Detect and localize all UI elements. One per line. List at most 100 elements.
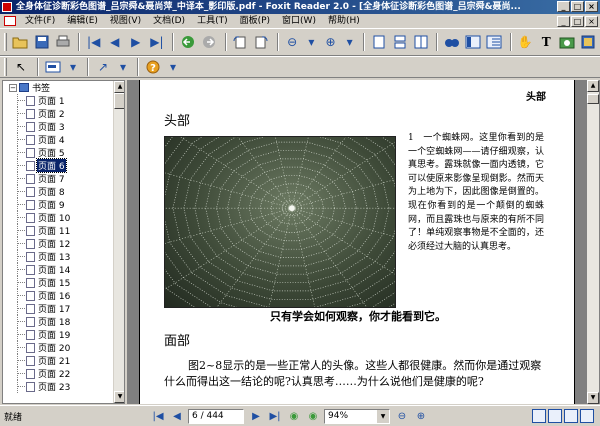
bookmark-item[interactable]: 页面 5 — [3, 146, 113, 159]
chevron-down-icon[interactable]: ▾ — [304, 32, 319, 52]
chevron-down-icon[interactable]: ▾ — [342, 32, 357, 52]
bookmark-item[interactable]: 页面 23 — [3, 380, 113, 393]
help-icon[interactable]: ? — [143, 57, 163, 77]
zoom-in-icon[interactable]: ⊕ — [321, 32, 340, 52]
doc-maximize-button[interactable]: □ — [571, 15, 584, 27]
print-icon[interactable] — [53, 32, 72, 52]
properties-icon[interactable] — [579, 32, 598, 52]
scroll-up-button[interactable]: ▲ — [587, 80, 599, 92]
select-arrow-icon[interactable]: ↖ — [11, 57, 31, 77]
scroll-thumb[interactable] — [587, 94, 599, 104]
bookmark-root[interactable]: − 书签 — [3, 81, 113, 94]
bookmark-item[interactable]: 页面 1 — [3, 94, 113, 107]
continuous-icon[interactable] — [390, 32, 409, 52]
bookmark-item[interactable]: 页面 4 — [3, 133, 113, 146]
zoom-out-icon[interactable]: ⊖ — [394, 408, 410, 424]
single-page-icon[interactable] — [369, 32, 388, 52]
doc-close-button[interactable]: × — [585, 15, 598, 27]
bookmark-tree: − 书签 页面 1 页面 2 页面 3 页面 4 页面 5 页面 6 页面 7 页面 8 页面 … — [3, 81, 113, 403]
doc-minimize-button[interactable]: _ — [557, 15, 570, 27]
open-icon[interactable] — [11, 32, 30, 52]
bookmark-item[interactable]: 页面 21 — [3, 354, 113, 367]
chevron-down-icon[interactable]: ▼ — [377, 409, 389, 423]
close-button[interactable]: × — [585, 1, 598, 12]
next-page-icon[interactable]: ▶ — [248, 408, 264, 424]
minimize-button[interactable]: _ — [557, 1, 570, 12]
forward-icon[interactable] — [199, 32, 218, 52]
bookmark-item[interactable]: 页面 18 — [3, 315, 113, 328]
menu-edit[interactable]: 编辑(E) — [61, 14, 104, 28]
back-icon[interactable]: ◉ — [286, 408, 302, 424]
form-field-icon[interactable] — [43, 57, 63, 77]
menu-help[interactable]: 帮助(H) — [322, 14, 366, 28]
facing-icon[interactable] — [411, 32, 430, 52]
scroll-down-button[interactable]: ▼ — [587, 392, 599, 404]
thumbnails-icon[interactable] — [485, 32, 504, 52]
bookmark-item[interactable]: 页面 3 — [3, 120, 113, 133]
facing-icon[interactable] — [564, 409, 578, 423]
scroll-thumb[interactable] — [114, 93, 124, 109]
scroll-up-button[interactable]: ▲ — [114, 81, 124, 93]
document-scrollbar[interactable]: ▲ ▼ — [587, 80, 599, 404]
prev-page-icon[interactable]: ◀ — [105, 32, 124, 52]
chevron-down-icon[interactable]: ▾ — [115, 57, 131, 77]
bookmark-item[interactable]: 页面 12 — [3, 237, 113, 250]
bookmark-item[interactable]: 页面 2 — [3, 107, 113, 120]
save-icon[interactable] — [32, 32, 51, 52]
text-select-icon[interactable]: T — [537, 32, 556, 52]
hand-tool-icon[interactable]: ✋ — [516, 32, 535, 52]
forward-icon[interactable]: ◉ — [305, 408, 321, 424]
last-page-icon[interactable]: ▶| — [147, 32, 166, 52]
bookmark-item[interactable]: 页面 22 — [3, 367, 113, 380]
bookmark-item[interactable]: 页面 11 — [3, 224, 113, 237]
back-icon[interactable] — [178, 32, 197, 52]
document-icon[interactable] — [4, 16, 16, 26]
bookmark-item[interactable]: 页面 8 — [3, 185, 113, 198]
page-icon — [26, 239, 35, 249]
maximize-button[interactable]: □ — [571, 1, 584, 12]
menu-panel[interactable]: 面板(P) — [234, 14, 276, 28]
menu-window[interactable]: 窗口(W) — [276, 14, 322, 28]
rotate-right-icon[interactable] — [252, 32, 271, 52]
menu-file[interactable]: 文件(F) — [19, 14, 61, 28]
toolbar-grip[interactable] — [4, 58, 7, 76]
snapshot-icon[interactable] — [558, 32, 577, 52]
bookmarks-scrollbar[interactable]: ▲ ▼ — [113, 81, 124, 403]
last-page-icon[interactable]: ▶| — [267, 408, 283, 424]
bookmark-item[interactable]: 页面 14 — [3, 263, 113, 276]
bookmark-item[interactable]: 页面 17 — [3, 302, 113, 315]
first-page-icon[interactable]: |◀ — [84, 32, 103, 52]
collapse-icon[interactable]: − — [9, 83, 17, 92]
foxit-app-icon[interactable] — [2, 2, 12, 12]
menu-tools[interactable]: 工具(T) — [191, 14, 234, 28]
bookmark-item[interactable]: 页面 16 — [3, 289, 113, 302]
continuous-icon[interactable] — [548, 409, 562, 423]
find-icon[interactable] — [442, 32, 461, 52]
page-number-field[interactable]: 6 / 444 — [188, 408, 244, 424]
prev-page-icon[interactable]: ◀ — [169, 408, 185, 424]
bookmark-item[interactable]: 页面 19 — [3, 328, 113, 341]
continuous-facing-icon[interactable] — [580, 409, 594, 423]
bookmark-item[interactable]: 页面 13 — [3, 250, 113, 263]
bookmark-item[interactable]: 页面 7 — [3, 172, 113, 185]
bookmark-item[interactable]: 页面 20 — [3, 341, 113, 354]
scroll-down-button[interactable]: ▼ — [114, 391, 124, 403]
zoom-select[interactable]: 94% ▼ — [324, 408, 390, 424]
bookmark-item[interactable]: 页面 10 — [3, 211, 113, 224]
first-page-icon[interactable]: |◀ — [150, 408, 166, 424]
single-page-icon[interactable] — [532, 409, 546, 423]
link-tool-icon[interactable]: ↗ — [93, 57, 113, 77]
toolbar-grip[interactable] — [4, 33, 7, 51]
bookmark-item[interactable]: 页面 6 — [3, 158, 113, 173]
rotate-left-icon[interactable] — [231, 32, 250, 52]
bookmark-item[interactable]: 页面 15 — [3, 276, 113, 289]
chevron-down-icon[interactable]: ▾ — [65, 57, 81, 77]
bookmark-item[interactable]: 页面 9 — [3, 198, 113, 211]
bookmarks-icon[interactable] — [464, 32, 483, 52]
menu-document[interactable]: 文档(D) — [147, 14, 191, 28]
zoom-out-icon[interactable]: ⊖ — [283, 32, 302, 52]
zoom-in-icon[interactable]: ⊕ — [413, 408, 429, 424]
next-page-icon[interactable]: ▶ — [126, 32, 145, 52]
chevron-down-icon[interactable]: ▾ — [165, 57, 181, 77]
menu-view[interactable]: 视图(V) — [104, 14, 147, 28]
